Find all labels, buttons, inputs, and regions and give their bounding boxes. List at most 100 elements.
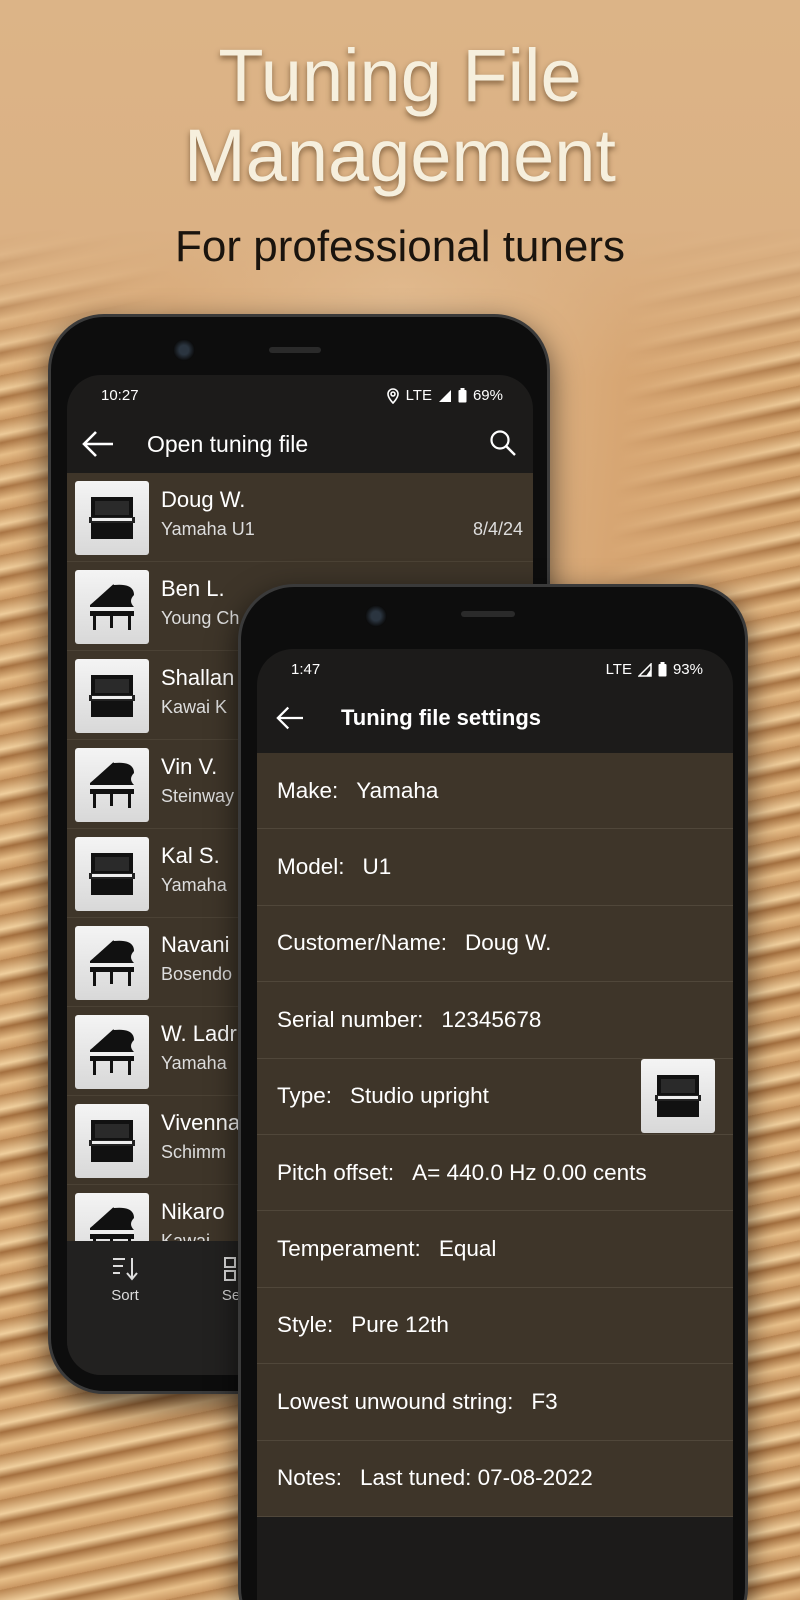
setting-value: 12345678 (441, 1006, 542, 1032)
file-name: Vivenna (161, 1110, 241, 1135)
setting-value: F3 (531, 1388, 558, 1414)
upright-piano-icon (89, 1120, 135, 1162)
battery-label: 93% (672, 661, 703, 678)
page-title: Open tuning file (147, 431, 309, 457)
setting-label: Notes: (277, 1465, 343, 1491)
sort-icon (113, 1258, 138, 1281)
file-piano: Kawai K (161, 697, 228, 717)
setting-row[interactable]: Customer/Name: Doug W. (257, 906, 733, 983)
hero-title-line-1: Tuning File (218, 34, 582, 117)
sort-button[interactable]: Sort (85, 1255, 165, 1304)
location-icon (386, 387, 399, 404)
setting-value: A= 440.0 Hz 0.00 cents (412, 1159, 647, 1185)
setting-row[interactable]: Temperament: Equal (257, 1211, 733, 1288)
upright-piano-icon (89, 675, 135, 717)
battery-label: 69% (472, 387, 503, 404)
file-piano: Bosendo (161, 964, 233, 984)
earpiece-speaker (269, 347, 321, 353)
file-name: Doug W. (161, 487, 246, 512)
grand-piano-icon (90, 762, 134, 808)
setting-row[interactable]: Type: Studio upright (257, 1058, 733, 1135)
setting-value: Yamaha (356, 777, 439, 803)
setting-label: Style: (277, 1312, 334, 1338)
setting-value: Equal (438, 1236, 497, 1262)
piano-thumbnail (75, 481, 149, 555)
signal-icon (637, 662, 652, 677)
back-arrow-icon[interactable] (275, 705, 305, 731)
file-piano: Young Ch (161, 608, 240, 628)
file-piano: Yamaha U1 (161, 519, 255, 539)
file-name: Ben L. (161, 576, 225, 601)
setting-value: Last tuned: 07-08-2022 (360, 1465, 593, 1491)
status-time: 1:47 (291, 661, 321, 678)
setting-row[interactable]: Model: U1 (257, 829, 733, 906)
signal-icon (438, 389, 451, 402)
file-piano: Schimm (161, 1142, 227, 1162)
status-time: 10:27 (101, 387, 139, 404)
file-name: Vin V. (161, 754, 218, 779)
front-camera (365, 605, 387, 627)
app-bar: Open tuning file (67, 415, 533, 473)
grand-piano-icon (90, 940, 134, 986)
file-name: Navani (161, 932, 230, 957)
app-bar: Tuning file settings (257, 689, 733, 753)
piano-thumbnail (75, 748, 149, 822)
piano-thumbnail (75, 1104, 149, 1178)
file-row[interactable]: Doug W. Yamaha U1 8/4/24 (67, 473, 533, 562)
setting-row[interactable]: Lowest unwound string: F3 (257, 1364, 733, 1441)
battery-icon (458, 388, 467, 403)
setting-value: U1 (362, 854, 392, 880)
setting-value: Studio upright (350, 1083, 489, 1109)
piano-thumbnail (75, 926, 149, 1000)
setting-row[interactable]: Style: Pure 12th (257, 1288, 733, 1365)
upright-piano-icon (655, 1074, 701, 1117)
file-date: 8/4/24 (472, 519, 523, 539)
piano-thumbnail (75, 1015, 149, 1089)
upright-piano-icon (89, 497, 135, 539)
file-piano: Yamaha (161, 875, 227, 895)
file-name: Nikaro (161, 1199, 225, 1224)
network-label: LTE (605, 661, 632, 678)
hero-title: Tuning File Management (0, 36, 800, 196)
sort-label: Sort (111, 1287, 139, 1304)
setting-label: Serial number: (277, 1006, 424, 1032)
setting-label: Customer/Name: (277, 930, 448, 956)
settings-list: Make: Yamaha Model: U1 Customer/Name: Doug W.… (257, 753, 733, 1517)
front-phone: 1:47 LTE 93% Tuning file settings Make: Y… (238, 584, 748, 1600)
back-arrow-icon[interactable] (81, 429, 115, 459)
battery-icon (658, 662, 667, 677)
file-piano: Yamaha (161, 1053, 227, 1073)
setting-label: Type: (277, 1083, 333, 1109)
earpiece-speaker (461, 611, 515, 617)
setting-label: Model: (277, 854, 345, 880)
settings-screen: 1:47 LTE 93% Tuning file settings Make: Y… (257, 649, 733, 1600)
status-bar: 10:27 LTE 69% (67, 375, 533, 415)
status-bar: 1:47 LTE 93% (257, 649, 733, 689)
setting-row[interactable]: Serial number: 12345678 (257, 982, 733, 1059)
file-piano: Steinway (161, 786, 235, 806)
front-camera (173, 339, 195, 361)
setting-row[interactable]: Make: Yamaha (257, 753, 733, 830)
setting-label: Temperament: (277, 1236, 421, 1262)
grand-piano-icon (90, 584, 134, 630)
upright-piano-icon (89, 853, 135, 895)
grand-piano-icon (90, 1029, 134, 1075)
network-label: LTE (405, 387, 432, 404)
hero-title-line-2: Management (184, 114, 616, 197)
piano-type-thumbnail[interactable] (641, 1058, 715, 1133)
hero-subtitle: For professional tuners (175, 222, 625, 271)
piano-thumbnail (75, 570, 149, 644)
search-icon[interactable] (489, 429, 517, 457)
setting-row[interactable]: Notes: Last tuned: 07-08-2022 (257, 1441, 733, 1517)
setting-value: Doug W. (465, 930, 552, 956)
page-title: Tuning file settings (341, 705, 542, 730)
setting-row[interactable]: Pitch offset: A= 440.0 Hz 0.00 cents (257, 1135, 733, 1212)
file-name: Shallan (161, 665, 235, 690)
setting-value: Pure 12th (351, 1312, 449, 1338)
piano-thumbnail (75, 659, 149, 733)
setting-label: Pitch offset: (277, 1159, 395, 1185)
piano-thumbnail (75, 837, 149, 911)
setting-label: Lowest unwound string: (277, 1388, 514, 1414)
file-name: W. Ladr (161, 1021, 237, 1046)
setting-label: Make: (277, 777, 339, 803)
